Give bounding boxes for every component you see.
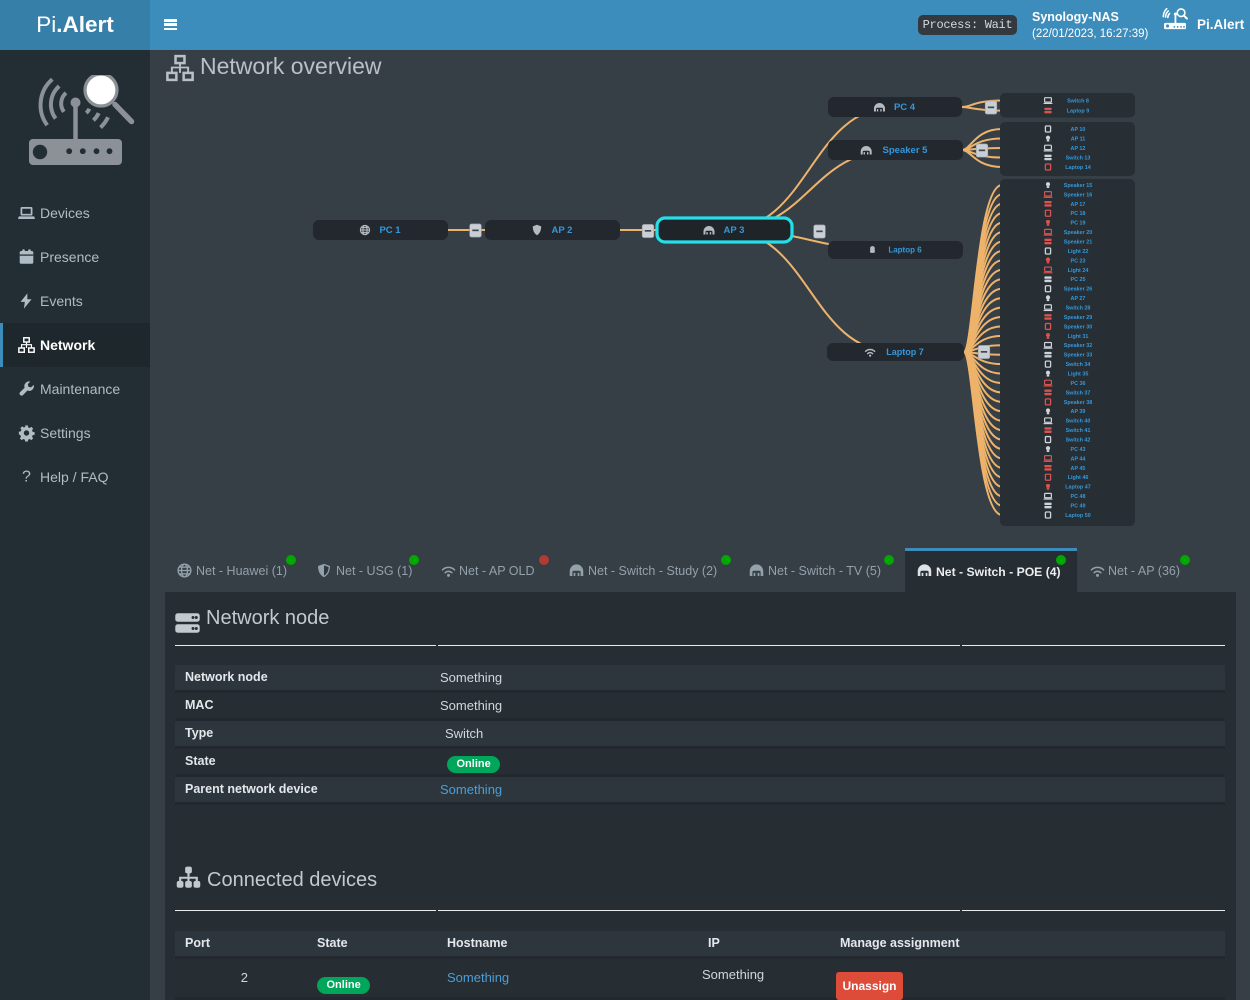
svg-text:Speaker 29: Speaker 29 bbox=[1064, 315, 1092, 321]
svg-text:Laptop 7: Laptop 7 bbox=[886, 347, 924, 357]
svg-text:PC 36: PC 36 bbox=[1071, 381, 1086, 387]
svg-text:Speaker 38: Speaker 38 bbox=[1064, 400, 1092, 406]
svg-text:AP 12: AP 12 bbox=[1071, 146, 1086, 152]
svg-text:Switch 37: Switch 37 bbox=[1066, 390, 1091, 396]
svg-text:Laptop 50: Laptop 50 bbox=[1065, 513, 1090, 519]
svg-text:Light 22: Light 22 bbox=[1068, 249, 1089, 255]
svg-text:PC 23: PC 23 bbox=[1071, 258, 1086, 264]
svg-text:PC 4: PC 4 bbox=[894, 102, 916, 113]
svg-text:AP 3: AP 3 bbox=[724, 225, 745, 236]
svg-text:Switch 40: Switch 40 bbox=[1066, 419, 1091, 425]
svg-text:Speaker 26: Speaker 26 bbox=[1064, 287, 1092, 293]
svg-text:AP 11: AP 11 bbox=[1071, 136, 1086, 142]
svg-text:AP 27: AP 27 bbox=[1071, 296, 1086, 302]
svg-text:Laptop 47: Laptop 47 bbox=[1065, 485, 1090, 491]
svg-text:Light 35: Light 35 bbox=[1068, 371, 1089, 377]
svg-text:PC 25: PC 25 bbox=[1071, 277, 1086, 283]
svg-text:Light 46: Light 46 bbox=[1068, 475, 1089, 481]
svg-text:PC 18: PC 18 bbox=[1071, 211, 1086, 217]
svg-text:Speaker 5: Speaker 5 bbox=[883, 145, 929, 156]
svg-text:PC 49: PC 49 bbox=[1071, 503, 1086, 509]
svg-text:Switch 34: Switch 34 bbox=[1066, 362, 1091, 368]
svg-text:AP 2: AP 2 bbox=[552, 225, 573, 236]
svg-text:Switch 42: Switch 42 bbox=[1066, 437, 1091, 443]
svg-text:AP 39: AP 39 bbox=[1071, 409, 1086, 415]
svg-text:Laptop 6: Laptop 6 bbox=[888, 246, 922, 255]
svg-text:PC 1: PC 1 bbox=[379, 225, 401, 236]
svg-text:Speaker 21: Speaker 21 bbox=[1064, 239, 1092, 245]
svg-text:Laptop 14: Laptop 14 bbox=[1065, 165, 1090, 171]
svg-text:Switch 8: Switch 8 bbox=[1067, 98, 1089, 104]
svg-text:PC 48: PC 48 bbox=[1071, 494, 1086, 500]
svg-text:Speaker 33: Speaker 33 bbox=[1064, 353, 1092, 359]
svg-text:Switch 28: Switch 28 bbox=[1066, 305, 1091, 311]
svg-text:Switch 13: Switch 13 bbox=[1066, 155, 1091, 161]
svg-text:AP 17: AP 17 bbox=[1071, 202, 1086, 208]
svg-text:PC 19: PC 19 bbox=[1071, 221, 1086, 227]
svg-text:Speaker 15: Speaker 15 bbox=[1064, 183, 1092, 189]
svg-text:Speaker 32: Speaker 32 bbox=[1064, 343, 1092, 349]
svg-text:AP 44: AP 44 bbox=[1071, 456, 1086, 462]
svg-text:Speaker 30: Speaker 30 bbox=[1064, 324, 1092, 330]
svg-text:PC 43: PC 43 bbox=[1071, 447, 1086, 453]
svg-text:Speaker 20: Speaker 20 bbox=[1064, 230, 1092, 236]
svg-text:Light 24: Light 24 bbox=[1068, 268, 1089, 274]
svg-text:Speaker 16: Speaker 16 bbox=[1064, 192, 1092, 198]
svg-text:Laptop 9: Laptop 9 bbox=[1067, 109, 1089, 115]
svg-text:AP 10: AP 10 bbox=[1071, 127, 1086, 133]
svg-text:Switch 41: Switch 41 bbox=[1066, 428, 1091, 434]
svg-text:AP 45: AP 45 bbox=[1071, 466, 1086, 472]
svg-text:Light 31: Light 31 bbox=[1068, 334, 1089, 340]
